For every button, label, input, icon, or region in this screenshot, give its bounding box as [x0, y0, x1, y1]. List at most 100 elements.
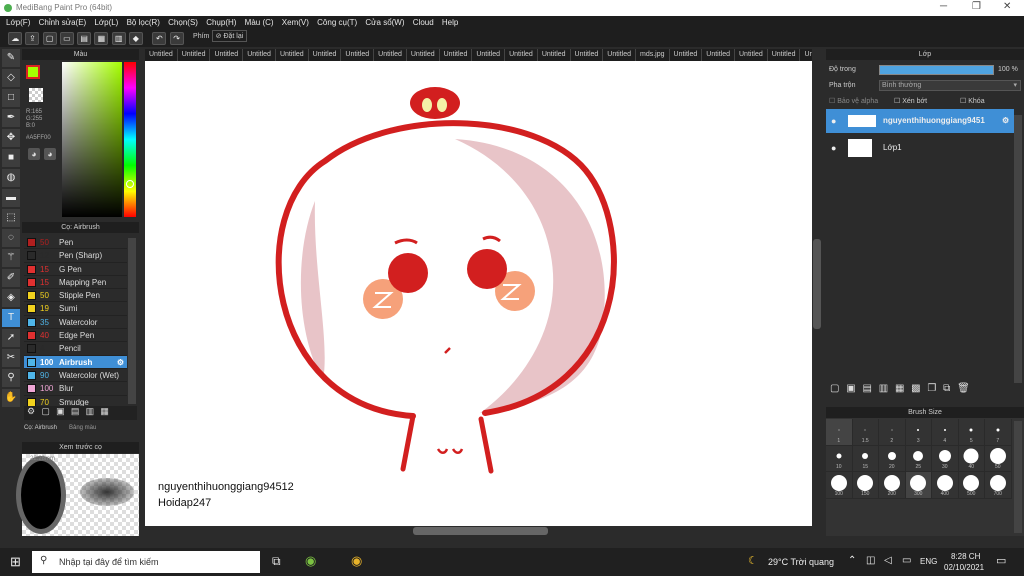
protect-alpha-checkbox[interactable]: ☐ Bảo vệ alpha	[829, 97, 878, 105]
clipping-checkbox[interactable]: ☐ Xén bớt	[894, 97, 927, 105]
document-tab[interactable]: Untitled	[276, 49, 309, 61]
brush-item[interactable]: 35 Watercolor	[24, 315, 127, 330]
brush-size-cell[interactable]: 700	[985, 472, 1012, 499]
brush-item[interactable]: 15 Mapping Pen	[24, 275, 127, 290]
saturation-value-picker[interactable]	[62, 62, 122, 217]
brush-size-cell[interactable]: 150	[852, 472, 879, 499]
doc-icon[interactable]: ▥	[111, 32, 126, 45]
folder-brush-icon[interactable]: ▦	[100, 406, 109, 416]
eraser-tool-icon[interactable]: ◇	[2, 69, 20, 87]
add-brush-icon[interactable]: ▣	[56, 406, 65, 416]
eyedrop-color-icon[interactable]: ◕	[44, 148, 56, 160]
brush-item[interactable]: 100 Blur	[24, 382, 127, 396]
chevron-up-icon[interactable]: ⌃	[848, 555, 856, 566]
network-icon[interactable]: ◫	[866, 555, 875, 566]
layer-list-scrollbar[interactable]	[1014, 115, 1022, 383]
document-tab[interactable]: Untitled	[407, 49, 440, 61]
maximize-icon[interactable]: ❐	[972, 1, 981, 12]
v-scroll-thumb[interactable]	[813, 239, 821, 329]
menu-color[interactable]: Màu (C)	[245, 16, 274, 30]
document-tab[interactable]: Untitled	[374, 49, 407, 61]
delete-brush-icon[interactable]: ▥	[86, 406, 95, 416]
brush-settings-icon[interactable]: ⚙	[27, 406, 35, 416]
brush-size-cell[interactable]: 5	[958, 419, 985, 446]
brush-size-cell[interactable]: 7	[985, 419, 1012, 446]
brush-item[interactable]: 50 Pen	[24, 236, 127, 250]
opacity-slider[interactable]	[879, 65, 994, 75]
document-tab[interactable]: Untitled	[440, 49, 473, 61]
new-icon[interactable]: ▢	[42, 32, 57, 45]
taskbar-search[interactable]: ⚲ Nhập tại đây để tìm kiếm	[32, 551, 260, 573]
move-tool-icon[interactable]: ✥	[2, 129, 20, 147]
menu-select[interactable]: Chọn(S)	[168, 16, 198, 30]
document-tab[interactable]: Untitled	[145, 49, 178, 61]
brush-size-cell[interactable]: 30	[932, 445, 959, 472]
palette-icon[interactable]: ◕	[28, 148, 40, 160]
magic-wand-tool-icon[interactable]: ⚚	[2, 249, 20, 267]
notifications-icon[interactable]: ▭	[996, 554, 1006, 567]
dot-tool-icon[interactable]: ✒	[2, 109, 20, 127]
delete-layer-icon[interactable]: 🗑	[957, 383, 970, 394]
brush-size-cell[interactable]: 200	[879, 472, 906, 499]
brush-size-cell[interactable]: 1	[826, 419, 853, 446]
merge-layer-icon[interactable]: ⧉	[943, 383, 950, 394]
gradient-tool-icon[interactable]: ▬	[2, 189, 20, 207]
hue-handle[interactable]	[126, 180, 134, 188]
brush-size-cell[interactable]: 3	[905, 419, 932, 446]
chrome-taskbar-icon[interactable]: ◉	[351, 553, 362, 569]
new-1bit-layer-icon[interactable]: ▥	[879, 383, 888, 394]
undo-icon[interactable]: ↶	[152, 32, 167, 45]
layer-folder-icon[interactable]: ▩	[911, 383, 920, 394]
layer-row-1[interactable]: ● Lớp1	[826, 136, 1014, 160]
brush-size-scrollbar[interactable]	[1014, 421, 1022, 533]
foreground-color-swatch[interactable]	[26, 65, 40, 79]
menu-help[interactable]: Help	[442, 16, 458, 30]
brush-size-cell[interactable]: 25	[905, 445, 932, 472]
document-tab[interactable]: Untitled	[472, 49, 506, 61]
document-tab[interactable]: Untitled	[309, 49, 342, 61]
brush-size-cell[interactable]: 300	[905, 472, 932, 499]
menu-window[interactable]: Cửa sổ(W)	[365, 16, 404, 30]
select-tool-icon[interactable]: ⬚	[2, 209, 20, 227]
brush-size-cell[interactable]: 1.5	[852, 419, 879, 446]
document-tab[interactable]: Untitled	[243, 49, 276, 61]
brush-size-cell[interactable]: 20	[879, 445, 906, 472]
close-icon[interactable]: ✕	[1003, 1, 1011, 12]
share-icon[interactable]: ⇪	[25, 32, 40, 45]
lock-checkbox[interactable]: ☐ Khóa	[960, 97, 985, 105]
clock-time[interactable]: 8:28 CH	[951, 552, 980, 561]
task-view-icon[interactable]: ⧉	[272, 554, 281, 569]
text-tool-icon[interactable]: T	[2, 309, 20, 327]
brush-item[interactable]: 90 Watercolor (Wet)	[24, 368, 127, 383]
brush-size-cell[interactable]: 500	[958, 472, 985, 499]
lasso-tool-icon[interactable]: ◌	[2, 229, 20, 247]
document-tab[interactable]: Untitled	[800, 49, 812, 61]
menu-snap[interactable]: Chụp(H)	[206, 16, 236, 30]
reset-button[interactable]: ⊘ Đặt lại	[211, 30, 248, 42]
menu-tools[interactable]: Công cụ(T)	[317, 16, 357, 30]
cloud-icon[interactable]: ☁	[8, 32, 23, 45]
brush-item[interactable]: 15 G Pen	[24, 262, 127, 276]
drawing-canvas[interactable]: nguyenthihuonggiang94512 Hoidap247	[145, 61, 812, 526]
brush-size-cell[interactable]: 4	[932, 419, 959, 446]
document-tab[interactable]: Untitled	[603, 49, 637, 61]
brush-size-cell[interactable]: 2	[879, 419, 906, 446]
menu-layer[interactable]: Lớp(L)	[94, 16, 118, 30]
operation-tool-icon[interactable]: ➚	[2, 329, 20, 347]
brush-size-cell[interactable]: 40	[958, 445, 985, 472]
windows-start-icon[interactable]: ⊞	[10, 554, 21, 570]
hue-slider[interactable]	[124, 62, 136, 217]
brush-item[interactable]: 100 Airbrush ⚙	[24, 355, 127, 369]
document-tab[interactable]: Untitled	[538, 49, 571, 61]
menu-filter[interactable]: Bộ lọc(R)	[127, 16, 160, 30]
brush-size-cell[interactable]: 400	[932, 472, 959, 499]
copy-brush-icon[interactable]: ▤	[71, 406, 80, 416]
grid-icon[interactable]: ▦	[94, 32, 109, 45]
brush-item[interactable]: 19 Sumi	[24, 302, 127, 316]
document-tab[interactable]: mds.jpg	[636, 49, 670, 61]
clock-date[interactable]: 02/10/2021	[944, 563, 984, 572]
brush-size-cell[interactable]: 50	[985, 445, 1012, 472]
layer-visibility-icon[interactable]: ●	[831, 109, 836, 133]
brush-tab-airbrush[interactable]: Cọ: Airbrush	[24, 425, 57, 431]
volume-icon[interactable]: ◁	[884, 555, 892, 566]
